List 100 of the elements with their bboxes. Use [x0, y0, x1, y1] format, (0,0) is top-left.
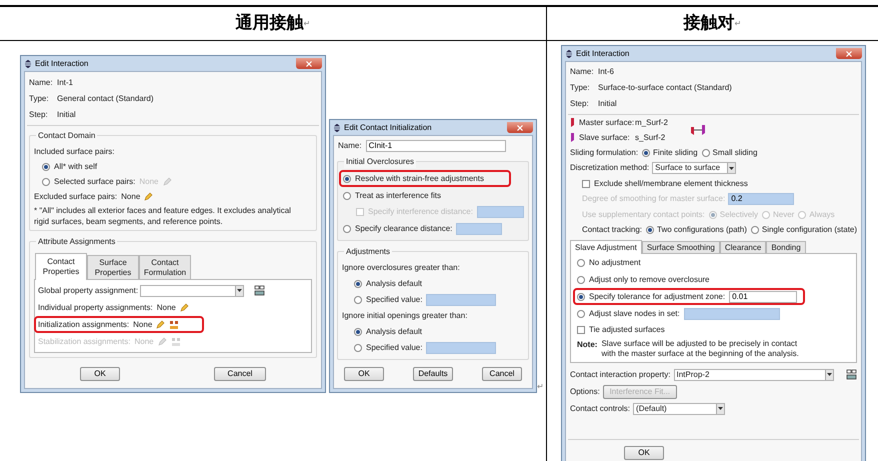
- dropdown[interactable]: [140, 284, 244, 296]
- dialog-button[interactable]: OK: [624, 446, 664, 460]
- close-icon: [846, 50, 852, 56]
- field-label: Contact interaction property:: [570, 368, 670, 380]
- move-icon: [333, 124, 341, 132]
- tab[interactable]: Contact Formulation: [139, 255, 191, 279]
- radio-button[interactable]: [343, 192, 351, 200]
- input-field[interactable]: 0.01: [729, 290, 798, 302]
- radio-button[interactable]: [577, 292, 585, 300]
- dialog-button[interactable]: OK: [80, 367, 120, 381]
- radio-button[interactable]: [577, 310, 585, 318]
- option-label: Single configuration (state): [762, 224, 858, 236]
- caret-icon: [824, 370, 832, 380]
- tab[interactable]: Surface Properties: [87, 255, 139, 279]
- dropdown[interactable]: IntProp-2: [674, 368, 834, 380]
- window-title: Edit Contact Initialization: [344, 122, 432, 134]
- field-label: Step:: [570, 98, 590, 110]
- option-label: Two configurations (path): [657, 224, 747, 236]
- table-manager-icon[interactable]: [846, 369, 856, 380]
- move-icon: [24, 60, 32, 68]
- checkbox[interactable]: [577, 326, 585, 334]
- tab[interactable]: Slave Adjustment: [570, 240, 642, 254]
- close-button[interactable]: [507, 122, 533, 133]
- dropdown[interactable]: [684, 308, 780, 320]
- option-label: Tie adjusted surfaces: [589, 324, 665, 336]
- field-label: Individual property assignments:: [38, 302, 153, 314]
- option-label: Analysis default: [366, 278, 422, 290]
- group-title: Attribute Assignments: [36, 236, 118, 248]
- option-label: Specified value:: [366, 342, 422, 354]
- field-label: Degree of smoothing for master surface:: [582, 193, 726, 205]
- note-label: Note:: [577, 339, 598, 351]
- field-label: Ignore initial openings greater than:: [342, 310, 468, 322]
- close-button[interactable]: [296, 58, 322, 69]
- option-label: Adjust only to remove overclosure: [589, 274, 710, 286]
- swap-icon[interactable]: [690, 125, 706, 135]
- radio-button[interactable]: [702, 148, 710, 156]
- tab[interactable]: Surface Smoothing: [642, 241, 720, 253]
- field-value: None: [134, 336, 154, 348]
- dialog-button[interactable]: Defaults: [413, 367, 453, 381]
- radio-button[interactable]: [343, 224, 351, 232]
- radio-button[interactable]: [343, 174, 351, 182]
- field-label: Global property assignment:: [38, 284, 138, 296]
- checkbox[interactable]: [582, 180, 590, 188]
- radio-button[interactable]: [577, 276, 585, 284]
- radio-button[interactable]: [354, 328, 362, 336]
- option-label: Exclude shell/membrane element thickness: [594, 178, 748, 190]
- field-label: Contact tracking:: [582, 224, 642, 236]
- field-value: Int-6: [598, 66, 614, 78]
- field-label: Step:: [29, 109, 49, 121]
- input-field[interactable]: [426, 342, 496, 354]
- option-label: Always: [809, 208, 835, 220]
- radio-button[interactable]: [354, 344, 362, 352]
- radio-button[interactable]: [42, 178, 50, 186]
- input-field[interactable]: [476, 206, 524, 218]
- close-icon: [517, 124, 523, 130]
- option-value: None: [139, 176, 158, 188]
- close-button[interactable]: [836, 48, 862, 59]
- option-label: No adjustment: [589, 256, 641, 268]
- input-field[interactable]: [456, 222, 502, 234]
- radio-button[interactable]: [354, 280, 362, 288]
- tab[interactable]: Contact Properties: [35, 253, 87, 280]
- field-label: Slave surface:: [579, 132, 631, 144]
- pencil-icon[interactable]: [180, 303, 189, 312]
- radio-button[interactable]: [42, 162, 50, 170]
- option-label: Adjust slave nodes in set:: [589, 308, 680, 320]
- field-label: Use supplementary contact points:: [582, 208, 705, 220]
- field-label: Master surface:: [579, 116, 631, 128]
- table-manager-icon[interactable]: [254, 285, 266, 296]
- field-label: Excluded surface pairs:: [34, 190, 118, 202]
- dialog-button[interactable]: Cancel: [482, 367, 522, 381]
- dropdown[interactable]: Surface to surface: [652, 162, 736, 174]
- field-value: General contact (Standard): [57, 93, 154, 105]
- option-label: Resolve with strain-free adjustments: [355, 172, 484, 184]
- field-value: s_Surf-2: [635, 132, 666, 144]
- dialog-button[interactable]: Cancel: [214, 367, 266, 381]
- field-label: Ignore overclosures greater than:: [342, 262, 460, 274]
- radio-button[interactable]: [646, 226, 654, 234]
- option-label: Small sliding: [712, 146, 758, 158]
- caret-icon: [235, 286, 244, 296]
- field-value: None: [121, 190, 140, 202]
- radio-button[interactable]: [642, 148, 650, 156]
- field-label: Contact controls:: [570, 402, 630, 414]
- field-value: Int-1: [57, 77, 74, 89]
- radio-button[interactable]: [750, 226, 759, 234]
- option-label: Specify clearance distance:: [355, 222, 452, 234]
- tab[interactable]: Clearance: [720, 241, 766, 253]
- input-field[interactable]: [426, 294, 496, 306]
- option-label: Selectively: [720, 208, 758, 220]
- tab[interactable]: Bonding: [766, 241, 806, 253]
- radio-button[interactable]: [354, 296, 362, 304]
- field-value: Initial: [598, 98, 617, 110]
- field-label: Discretization method:: [570, 162, 650, 174]
- radio-button[interactable]: [577, 258, 585, 266]
- option-label: Finite sliding: [653, 146, 698, 158]
- field-label: Type:: [570, 82, 591, 94]
- dialog-button[interactable]: OK: [344, 367, 384, 381]
- caret-icon: [727, 163, 736, 173]
- input-field[interactable]: CInit-1: [366, 140, 506, 152]
- dropdown[interactable]: (Default): [633, 402, 726, 414]
- manager-icon[interactable]: [169, 320, 180, 330]
